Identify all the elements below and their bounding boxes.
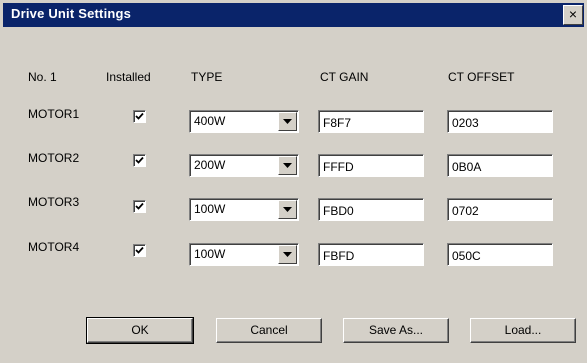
- ct-gain-input[interactable]: [318, 154, 424, 177]
- ct-gain-input[interactable]: [318, 198, 424, 221]
- chevron-down-icon: [283, 163, 292, 168]
- ct-gain-input[interactable]: [318, 110, 424, 133]
- installed-checkbox[interactable]: [133, 200, 146, 213]
- checkmark-icon: [135, 246, 144, 254]
- ct-gain-input[interactable]: [318, 243, 424, 266]
- load-button[interactable]: Load...: [470, 318, 576, 343]
- type-dropdown-button[interactable]: [278, 156, 297, 175]
- checkmark-icon: [135, 156, 144, 164]
- motor-label: MOTOR3: [28, 195, 80, 209]
- ct-offset-input[interactable]: [447, 198, 553, 221]
- type-select[interactable]: 400W: [189, 110, 299, 133]
- motor-label: MOTOR1: [28, 107, 80, 121]
- type-select[interactable]: 200W: [189, 154, 299, 177]
- cancel-button[interactable]: Cancel: [216, 318, 322, 343]
- type-select-value: 200W: [194, 158, 226, 172]
- close-icon: ×: [568, 6, 578, 22]
- close-button[interactable]: ×: [563, 5, 583, 25]
- type-dropdown-button[interactable]: [278, 200, 297, 219]
- checkmark-icon: [135, 112, 144, 120]
- chevron-down-icon: [283, 119, 292, 124]
- type-select[interactable]: 100W: [189, 243, 299, 266]
- window-title: Drive Unit Settings: [11, 6, 132, 21]
- type-dropdown-button[interactable]: [278, 245, 297, 264]
- header-ct-offset: CT OFFSET: [448, 70, 515, 84]
- header-ct-gain: CT GAIN: [320, 70, 369, 84]
- motor-label: MOTOR4: [28, 240, 80, 254]
- installed-checkbox[interactable]: [133, 154, 146, 167]
- ct-offset-input[interactable]: [447, 110, 553, 133]
- installed-checkbox[interactable]: [133, 244, 146, 257]
- chevron-down-icon: [283, 252, 292, 257]
- type-select-value: 400W: [194, 114, 226, 128]
- type-dropdown-button[interactable]: [278, 112, 297, 131]
- chevron-down-icon: [283, 207, 292, 212]
- type-select-value: 100W: [194, 247, 226, 261]
- ok-button[interactable]: OK: [86, 317, 194, 344]
- ct-offset-input[interactable]: [447, 154, 553, 177]
- save-as-button[interactable]: Save As...: [343, 318, 449, 343]
- type-select[interactable]: 100W: [189, 198, 299, 221]
- checkmark-icon: [135, 202, 144, 210]
- type-select-value: 100W: [194, 202, 226, 216]
- ct-offset-input[interactable]: [447, 243, 553, 266]
- header-installed: Installed: [106, 70, 151, 84]
- header-no: No. 1: [28, 70, 57, 84]
- title-bar[interactable]: Drive Unit Settings ×: [3, 3, 584, 27]
- drive-unit-settings-dialog: Drive Unit Settings × No. 1 Installed TY…: [0, 0, 587, 363]
- installed-checkbox[interactable]: [133, 110, 146, 123]
- motor-label: MOTOR2: [28, 151, 80, 165]
- header-type: TYPE: [191, 70, 223, 84]
